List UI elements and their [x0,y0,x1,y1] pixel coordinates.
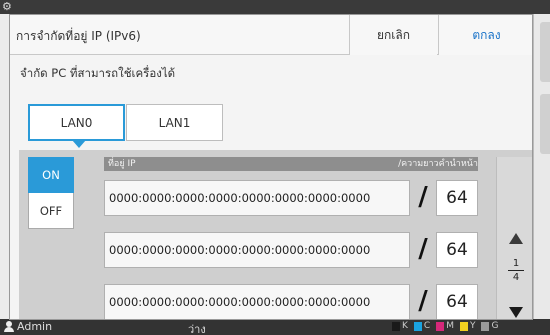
tab-lan0[interactable]: LAN0 [28,104,125,148]
ip-row: 0000:0000:0000:0000:0000:0000:0000:0000 … [104,284,478,319]
header-ip-address: ที่อยู่ IP [108,159,136,169]
ink-chip-icon [392,321,400,331]
ink-k: K [392,321,408,331]
ok-button[interactable]: ตกลง [438,15,532,55]
page-down-button[interactable] [503,299,529,319]
background-left-edge [0,14,9,320]
toggle-on-button[interactable]: ON [28,157,74,193]
prefix-length-field[interactable]: 64 [436,232,478,268]
total-pages: 4 [512,272,520,283]
prefix-length-field[interactable]: 64 [436,180,478,216]
ink-c: C [413,321,430,331]
arrow-up-icon [509,232,523,244]
ip-address-list: ที่อยู่ IP /ความยาวคำนำหน้า 0000:0000:00… [104,157,478,319]
dialog-title-bar: การจำกัดที่อยู่ IP (IPv6) ยกเลิก ตกลง [10,15,532,55]
ink-y: Y [459,321,475,331]
ip-restriction-dialog: การจำกัดที่อยู่ IP (IPv6) ยกเลิก ตกลง จำ… [9,14,533,320]
current-page: 1 [512,258,520,269]
user-name: Admin [17,320,53,333]
device-top-bar: ⚙ [0,0,550,14]
ip-address-field[interactable]: 0000:0000:0000:0000:0000:0000:0000:0000 [104,180,410,216]
toggle-off-button[interactable]: OFF [28,193,74,229]
ink-chip-icon [459,321,468,331]
user-indicator: Admin [4,320,52,333]
gear-icon: ⚙ [2,0,12,13]
background-side-button [540,94,550,154]
restriction-toggle: ON OFF [28,157,74,229]
ip-address-field[interactable]: 0000:0000:0000:0000:0000:0000:0000:0000 [104,284,410,319]
arrow-down-icon [509,306,523,318]
header-prefix-length: /ความยาวคำนำหน้า [398,159,478,169]
slash-separator: / [418,286,428,316]
page-indicator: 1 4 [503,258,529,283]
slash-separator: / [418,182,428,212]
ink-levels: K C M Y G [392,321,498,331]
ink-g: G [481,321,498,331]
page-fraction-line [508,270,524,271]
cancel-button[interactable]: ยกเลิก [349,15,437,55]
ip-row: 0000:0000:0000:0000:0000:0000:0000:0000 … [104,180,478,216]
background-side-button [540,22,550,82]
ink-chip-icon [413,321,422,331]
user-icon [4,321,14,332]
machine-status: ว่าง [188,323,206,335]
dialog-subtitle: จำกัด PC ที่สามารถใช้เครื่องได้ [20,66,176,80]
ink-chip-icon [436,321,445,331]
ink-m: M [436,321,454,331]
ip-address-field[interactable]: 0000:0000:0000:0000:0000:0000:0000:0000 [104,232,410,268]
prefix-length-field[interactable]: 64 [436,284,478,319]
lan-settings-panel: ON OFF ที่อยู่ IP /ความยาวคำนำหน้า 0000:… [19,150,532,319]
tab-lan1[interactable]: LAN1 [126,104,223,141]
page-scroller: 1 4 [496,157,532,319]
ink-chip-icon [481,321,490,331]
list-header: ที่อยู่ IP /ความยาวคำนำหน้า [104,157,478,171]
slash-separator: / [418,234,428,264]
lan-tabs: LAN0 LAN1 [28,104,223,148]
ip-row: 0000:0000:0000:0000:0000:0000:0000:0000 … [104,232,478,268]
status-bar: Admin ว่าง K C M Y G [0,319,550,335]
page-up-button[interactable] [503,225,529,251]
background-right-edge [533,14,550,320]
dialog-title: การจำกัดที่อยู่ IP (IPv6) [16,29,141,43]
